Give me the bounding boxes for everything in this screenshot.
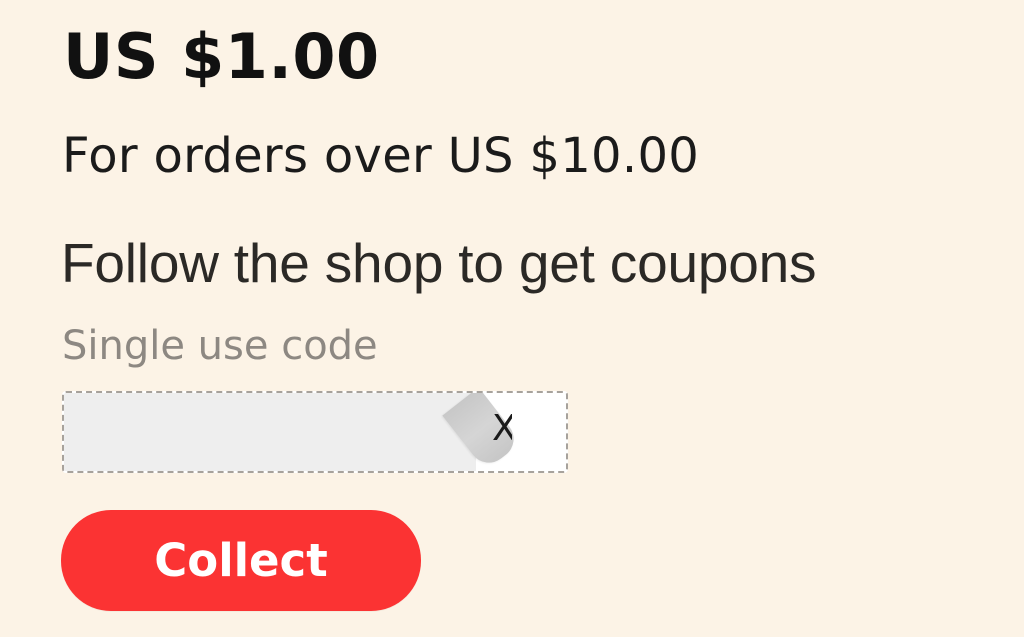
- coupon-code-scratch-box[interactable]: X: [62, 391, 568, 473]
- coupon-condition: For orders over US $10.00: [62, 128, 700, 184]
- follow-shop-note: Follow the shop to get coupons: [61, 232, 817, 294]
- coupon-amount: US $1.00: [63, 20, 380, 93]
- partially-visible-coupon-code: X: [492, 410, 512, 448]
- collect-button[interactable]: Collect: [61, 510, 421, 611]
- single-use-code-label: Single use code: [62, 323, 378, 369]
- coupon-card: US $1.00 For orders over US $10.00 Follo…: [0, 0, 1024, 637]
- coupon-code-mask[interactable]: [64, 393, 476, 471]
